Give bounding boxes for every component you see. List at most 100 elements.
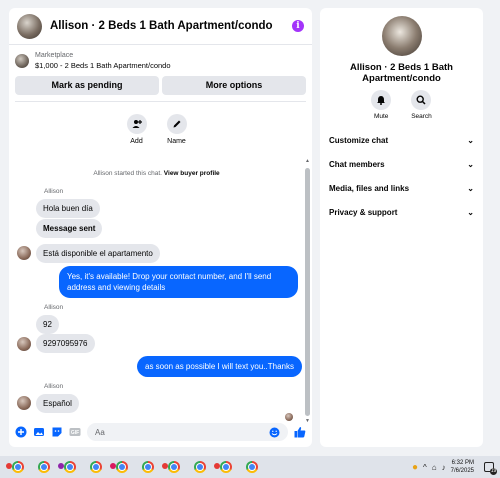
chat-header: Allison · 2 Beds 1 Bath Apartment/condo … (9, 8, 312, 45)
section-label: Media, files and links (329, 183, 410, 193)
section-label: Privacy & support (329, 207, 398, 217)
section-label: Customize chat (329, 135, 389, 145)
notification-center-icon[interactable]: 19 (484, 462, 497, 475)
listing-price-title[interactable]: $1,000 - 2 Beds 1 Bath Apartment/condo (35, 61, 171, 71)
sender-avatar[interactable] (17, 396, 31, 410)
divider (15, 101, 306, 102)
sender-avatar[interactable] (17, 337, 31, 351)
notification-count: 19 (490, 468, 497, 475)
chat-started-notice: Allison started this chat. View buyer pr… (9, 170, 304, 177)
gif-icon: GIF (69, 428, 81, 436)
listing-source: Marketplace (35, 52, 74, 59)
taskbar-app[interactable] (6, 459, 26, 476)
message-input-placeholder: Aa (95, 427, 105, 437)
more-actions-button[interactable] (15, 426, 27, 438)
media-files-links-section[interactable]: Media, files and links ⌄ (320, 176, 483, 200)
chrome-icon (193, 461, 206, 473)
chat-members-section[interactable]: Chat members ⌄ (320, 152, 483, 176)
incoming-message[interactable]: Español (36, 394, 79, 413)
chat-title[interactable]: Allison · 2 Beds 1 Bath Apartment/condo (50, 20, 292, 32)
more-options-button[interactable]: More options (162, 76, 306, 95)
details-name: Allison · 2 Beds 1 Bath Apartment/condo (350, 62, 453, 84)
chrome-icon (37, 461, 50, 473)
scrollbar[interactable] (305, 168, 310, 416)
chrome-icon (11, 461, 24, 473)
svg-text:GIF: GIF (71, 430, 79, 436)
chrome-icon (167, 461, 180, 473)
scroll-up-arrow[interactable]: ▲ (305, 158, 310, 164)
info-icon[interactable]: i (292, 20, 304, 32)
chrome-icon (89, 461, 102, 473)
chat-panel: Allison · 2 Beds 1 Bath Apartment/condo … (9, 8, 312, 447)
chevron-up-icon[interactable]: ^ (423, 463, 427, 472)
chevron-down-icon: ⌄ (467, 135, 474, 145)
view-buyer-profile-link[interactable]: View buyer profile (164, 170, 220, 177)
clock[interactable]: 6:32 PM 7/6/2025 (451, 459, 474, 475)
name-chat-action[interactable]: Name (166, 114, 187, 145)
mark-as-pending-button[interactable]: Mark as pending (15, 76, 159, 95)
incoming-message[interactable]: 9297095976 (36, 334, 95, 353)
avatar[interactable] (17, 13, 42, 39)
search-button[interactable]: Search (411, 90, 432, 120)
sticker-button[interactable] (51, 426, 63, 438)
incoming-message[interactable]: 92 (36, 315, 59, 334)
started-text: Allison started this chat. (93, 170, 162, 177)
chrome-icon (245, 461, 258, 473)
clock-date: 7/6/2025 (450, 468, 474, 474)
attach-media-button[interactable] (33, 426, 45, 438)
outgoing-message[interactable]: Yes, it's available! Drop your contact n… (59, 266, 298, 298)
pencil-icon (173, 120, 180, 128)
weather-icon[interactable]: ● (412, 462, 418, 473)
plus-circle-icon (15, 426, 27, 438)
chrome-icon (219, 461, 232, 473)
taskbar-app[interactable] (35, 459, 52, 476)
listing-thumbnail[interactable] (15, 54, 29, 68)
taskbar-app[interactable] (243, 459, 260, 476)
add-person-icon (132, 120, 142, 128)
taskbar-app[interactable] (110, 459, 130, 476)
thumbs-up-icon (294, 427, 306, 438)
network-icon[interactable]: ⌂ (432, 463, 437, 472)
bell-icon (377, 96, 386, 105)
chat-details-panel: Allison · 2 Beds 1 Bath Apartment/condo … (320, 8, 483, 447)
add-people-action[interactable]: Add (126, 114, 147, 145)
taskbar-app[interactable] (191, 459, 208, 476)
listing-banner: Marketplace $1,000 - 2 Beds 1 Bath Apart… (9, 45, 312, 102)
taskbar-app[interactable] (87, 459, 104, 476)
chevron-down-icon: ⌄ (467, 207, 474, 217)
chevron-down-icon: ⌄ (467, 183, 474, 193)
section-label: Chat members (329, 159, 385, 169)
taskbar-app[interactable] (214, 459, 234, 476)
mute-button[interactable]: Mute (371, 90, 392, 120)
system-tray: ● ^ ⌂ ♪ 6:32 PM 7/6/2025 19 (412, 456, 500, 478)
incoming-message[interactable]: Está disponible el apartamento (36, 244, 160, 263)
taskbar-app[interactable] (162, 459, 182, 476)
taskbar: ● ^ ⌂ ♪ 6:32 PM 7/6/2025 19 (0, 456, 500, 478)
name-label: Name (167, 138, 186, 145)
taskbar-app[interactable] (139, 459, 156, 476)
chrome-icon (63, 461, 76, 473)
message-input[interactable]: Aa (87, 423, 288, 441)
incoming-message[interactable]: Message sent (36, 219, 103, 238)
sender-avatar[interactable] (17, 246, 31, 260)
details-avatar[interactable] (381, 16, 422, 56)
chevron-down-icon: ⌄ (467, 159, 474, 169)
chrome-icon (141, 461, 154, 473)
customize-chat-section[interactable]: Customize chat ⌄ (320, 128, 483, 152)
mute-label: Mute (373, 113, 389, 120)
incoming-message[interactable]: Hola buen día (36, 199, 100, 218)
search-icon (416, 95, 427, 105)
sender-name: Allison (44, 383, 64, 390)
outgoing-message[interactable]: as soon as possible I will text you..Tha… (137, 356, 302, 377)
clock-time: 6:32 PM (451, 460, 474, 466)
privacy-support-section[interactable]: Privacy & support ⌄ (320, 200, 483, 224)
like-button[interactable] (294, 426, 306, 438)
volume-icon[interactable]: ♪ (442, 463, 446, 472)
emoji-icon[interactable] (269, 427, 280, 438)
search-label: Search (411, 113, 432, 120)
taskbar-app[interactable] (58, 459, 78, 476)
add-label: Add (130, 138, 143, 145)
gif-button[interactable]: GIF (69, 426, 81, 438)
message-list: Add Name Allison started this chat. View… (9, 104, 304, 421)
image-icon (34, 428, 44, 436)
